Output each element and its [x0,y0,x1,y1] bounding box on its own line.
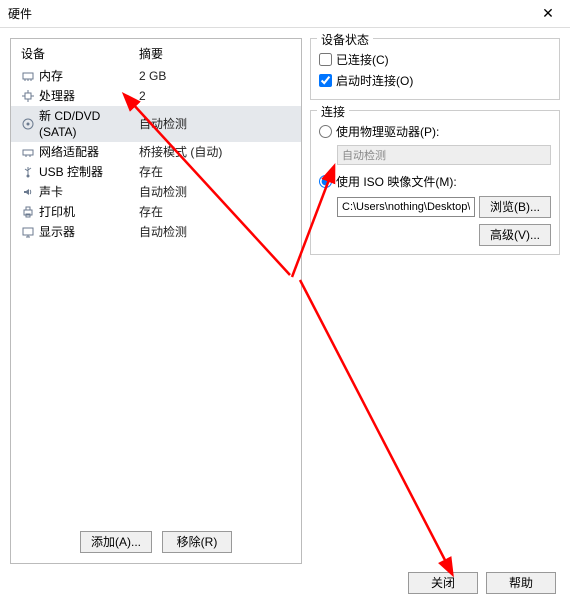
browse-button[interactable]: 浏览(B)... [479,196,551,218]
physical-drive-radio-row[interactable]: 使用物理驱动器(P): [319,121,551,142]
device-status-title: 设备状态 [317,31,373,48]
hardware-summary: 自动检测 [139,116,301,132]
remove-button[interactable]: 移除(R) [162,531,232,553]
add-button[interactable]: 添加(A)... [80,531,152,553]
hardware-label: USB 控制器 [39,164,139,180]
hardware-row[interactable]: 打印机存在 [11,202,301,222]
help-button[interactable]: 帮助 [486,572,556,594]
hardware-header: 设备 摘要 [11,39,301,66]
usb-icon [21,165,35,179]
hardware-summary: 自动检测 [139,184,301,200]
hardware-buttons: 添加(A)... 移除(R) [11,521,301,563]
hardware-row[interactable]: 网络适配器桥接模式 (自动) [11,142,301,162]
window-title: 硬件 [8,5,32,22]
iso-path-row: 浏览(B)... [337,196,551,218]
hardware-row[interactable]: USB 控制器存在 [11,162,301,182]
hardware-summary: 2 [139,88,301,104]
iso-radio-row[interactable]: 使用 ISO 映像文件(M): [319,171,551,192]
network-icon [21,145,35,159]
physical-drive-select [337,145,551,165]
hardware-summary: 自动检测 [139,224,301,240]
hardware-label: 新 CD/DVD (SATA) [39,108,139,140]
settings-panel: 设备状态 已连接(C) 启动时连接(O) 连接 使用物理驱动器(P): 使用 I… [310,38,560,564]
hardware-summary: 桥接模式 (自动) [139,144,301,160]
display-icon [21,225,35,239]
close-button[interactable]: 关闭 [408,572,478,594]
iso-radio[interactable] [319,175,332,188]
physical-drive-label: 使用物理驱动器(P): [336,123,439,140]
connection-group: 连接 使用物理驱动器(P): 使用 ISO 映像文件(M): 浏览(B)... … [310,110,560,255]
hardware-label: 内存 [39,68,139,84]
iso-path-input[interactable] [337,197,475,217]
memory-icon [21,69,35,83]
hardware-row[interactable]: 内存2 GB [11,66,301,86]
hardware-summary: 存在 [139,204,301,220]
close-icon[interactable]: ✕ [534,3,562,25]
connect-on-power-label: 启动时连接(O) [336,72,413,89]
hardware-list-panel: 设备 摘要 内存2 GB处理器2新 CD/DVD (SATA)自动检测网络适配器… [10,38,302,564]
connect-on-power-row[interactable]: 启动时连接(O) [319,70,551,91]
hardware-row[interactable]: 声卡自动检测 [11,182,301,202]
hardware-row[interactable]: 处理器2 [11,86,301,106]
hardware-summary: 2 GB [139,68,301,84]
sound-icon [21,185,35,199]
cd-icon [21,117,35,131]
dialog-footer: 关闭 帮助 [0,564,570,602]
hardware-label: 网络适配器 [39,144,139,160]
connected-checkbox[interactable] [319,53,332,66]
physical-drive-radio[interactable] [319,125,332,138]
iso-label: 使用 ISO 映像文件(M): [336,173,457,190]
device-status-group: 设备状态 已连接(C) 启动时连接(O) [310,38,560,100]
hardware-summary: 存在 [139,164,301,180]
hardware-row[interactable]: 新 CD/DVD (SATA)自动检测 [11,106,301,142]
printer-icon [21,205,35,219]
header-summary: 摘要 [139,45,291,62]
hardware-label: 声卡 [39,184,139,200]
content-area: 设备 摘要 内存2 GB处理器2新 CD/DVD (SATA)自动检测网络适配器… [0,28,570,564]
titlebar: 硬件 ✕ [0,0,570,28]
connected-checkbox-row[interactable]: 已连接(C) [319,49,551,70]
header-device: 设备 [21,45,139,62]
advanced-button[interactable]: 高级(V)... [479,224,551,246]
connection-title: 连接 [317,103,349,120]
connected-label: 已连接(C) [336,51,389,68]
hardware-label: 显示器 [39,224,139,240]
hardware-row[interactable]: 显示器自动检测 [11,222,301,242]
cpu-icon [21,89,35,103]
hardware-label: 处理器 [39,88,139,104]
hardware-list[interactable]: 内存2 GB处理器2新 CD/DVD (SATA)自动检测网络适配器桥接模式 (… [11,66,301,521]
connect-on-power-checkbox[interactable] [319,74,332,87]
hardware-label: 打印机 [39,204,139,220]
